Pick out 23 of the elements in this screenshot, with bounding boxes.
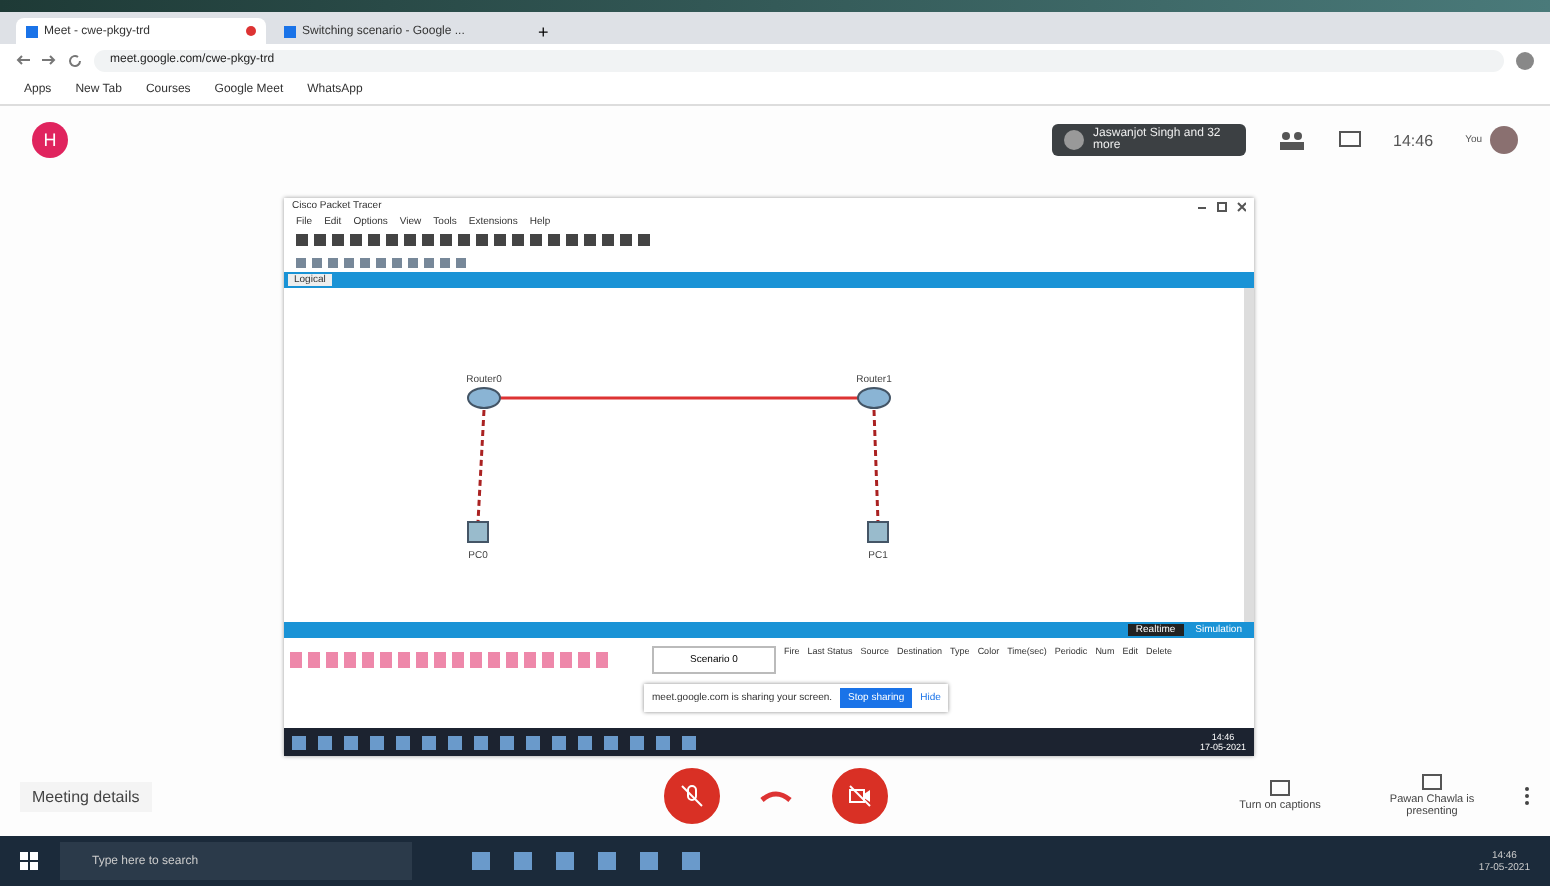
user-avatar: H xyxy=(32,122,68,158)
meeting-details-button[interactable]: Meeting details xyxy=(20,781,152,811)
window-controls-icon[interactable] xyxy=(1198,201,1246,211)
captions-icon[interactable] xyxy=(1270,780,1290,796)
more-options-icon[interactable] xyxy=(1524,786,1530,806)
clock: 14:46 xyxy=(1393,131,1434,149)
present-icon[interactable] xyxy=(1422,774,1442,790)
hang-up-icon[interactable] xyxy=(759,788,791,804)
forward-icon[interactable] xyxy=(42,54,56,66)
back-icon[interactable] xyxy=(16,54,30,66)
camera-button[interactable] xyxy=(831,768,887,824)
new-tab-button[interactable]: + xyxy=(532,18,555,44)
taskbar-icons-drawing[interactable] xyxy=(292,735,696,749)
microphone-button[interactable] xyxy=(663,768,719,824)
avatar-placeholder xyxy=(1490,126,1518,154)
windows-start-icon[interactable] xyxy=(20,851,40,871)
reload-icon[interactable] xyxy=(68,53,82,67)
profile-avatar-icon[interactable] xyxy=(1516,51,1534,69)
camera-icon xyxy=(847,784,871,808)
taskbar-icons-drawing[interactable] xyxy=(472,852,700,870)
microphone-icon xyxy=(679,784,703,808)
tab-icon xyxy=(26,25,38,37)
tab-icon xyxy=(284,25,296,37)
